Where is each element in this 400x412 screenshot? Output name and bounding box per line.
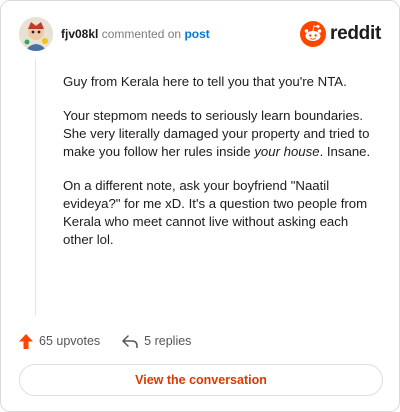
- upvote-count: 65 upvotes: [39, 334, 101, 348]
- thread-line[interactable]: [35, 59, 36, 315]
- comment-emphasis: your house: [254, 144, 320, 159]
- reddit-wordmark: reddit: [330, 23, 381, 44]
- commented-on-label: commented on: [101, 27, 182, 41]
- comment-body: Guy from Kerala here to tell you that yo…: [63, 73, 381, 265]
- comment-paragraph: Your stepmom needs to seriously learn bo…: [63, 107, 381, 161]
- upvote-arrow-icon: [19, 333, 33, 349]
- reddit-snoo-icon: [300, 21, 327, 47]
- post-link[interactable]: post: [184, 27, 209, 41]
- username-link[interactable]: fjv08kl: [61, 27, 98, 41]
- reply-arrow-icon: [122, 334, 138, 348]
- replies-button[interactable]: 5 replies: [122, 334, 191, 348]
- comment-card: fjv08kl commented on post reddit Guy fro…: [0, 0, 400, 412]
- comment-header: fjv08kl commented on post reddit: [19, 17, 381, 53]
- user-avatar[interactable]: [19, 17, 53, 51]
- reddit-logo[interactable]: reddit: [300, 19, 381, 49]
- comment-actions: 65 upvotes 5 replies: [19, 331, 191, 351]
- comment-paragraph: On a different note, ask your boyfriend …: [63, 178, 368, 247]
- comment-paragraph: Guy from Kerala here to tell you that yo…: [63, 74, 347, 89]
- replies-count: 5 replies: [144, 334, 192, 348]
- comment-meta: fjv08kl commented on post: [61, 27, 210, 41]
- avatar-icon: [19, 17, 53, 51]
- comment-text: . Insane.: [319, 144, 371, 159]
- view-conversation-button[interactable]: View the conversation: [19, 364, 383, 396]
- upvote-button[interactable]: 65 upvotes: [19, 333, 101, 349]
